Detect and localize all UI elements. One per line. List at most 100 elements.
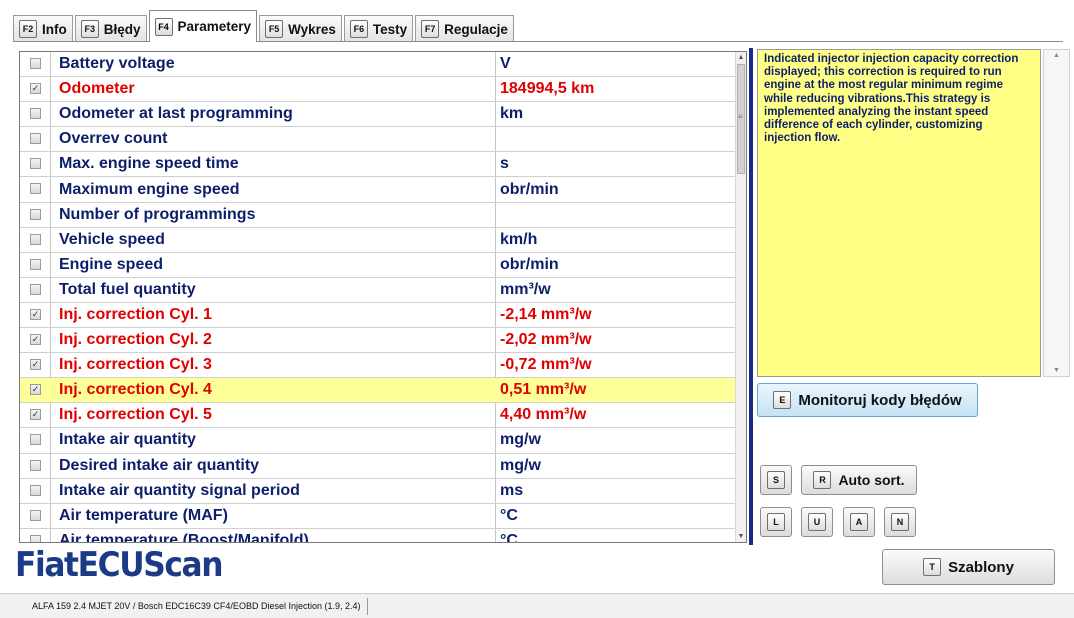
table-row[interactable]: Odometer at last programming km <box>20 102 736 128</box>
fiatecuscan-window: F2 Info F3 Błędy F4 Parametery F5 Wykres F6 T… <box>0 0 1074 618</box>
parameter-name: Inj. correction Cyl. 3 <box>59 356 212 374</box>
key-e: E <box>773 391 792 409</box>
parameter-value: V <box>500 55 511 73</box>
row-checkbox[interactable] <box>30 233 41 245</box>
button-label: Monitoruj kody błędów <box>798 391 962 409</box>
table-row[interactable]: Battery voltage V <box>20 52 736 78</box>
panel-splitter[interactable] <box>749 48 753 545</box>
a-button[interactable]: A <box>843 507 875 537</box>
tab-label: Testy <box>372 21 408 37</box>
parameter-value: obr/min <box>500 180 559 198</box>
table-row[interactable]: ✓ Inj. correction Cyl. 2 -2,02 mm³/w <box>20 328 736 354</box>
table-row[interactable]: Engine speed obr/min <box>20 253 736 278</box>
row-checkbox[interactable]: ✓ <box>30 334 41 346</box>
row-checkbox[interactable] <box>30 459 41 471</box>
table-row[interactable]: Air temperature (MAF) °C <box>20 504 736 529</box>
table-scrollbar[interactable]: ▲ ≡ ▼ <box>735 52 746 542</box>
table-row[interactable]: Overrev count <box>20 127 736 153</box>
tab-label: Regulacje <box>444 21 508 37</box>
row-checkbox[interactable]: ✓ <box>30 409 41 421</box>
button-label: Szablony <box>948 558 1014 576</box>
row-checkbox[interactable] <box>30 208 41 220</box>
parameter-name: Inj. correction Cyl. 5 <box>59 406 212 424</box>
parameter-name: Overrev count <box>59 130 168 148</box>
key-f5: F5 <box>265 20 284 38</box>
key-l: L <box>767 513 785 531</box>
scroll-down-icon[interactable]: ▼ <box>736 531 746 542</box>
tab-regulacje[interactable]: F7 Regulacje <box>415 15 514 42</box>
row-checkbox[interactable]: ✓ <box>30 359 41 371</box>
status-bar: ALFA 159 2.4 MJET 20V / Bosch EDC16C39 C… <box>0 593 1074 618</box>
key-t: T <box>923 558 942 576</box>
row-checkbox[interactable] <box>30 158 41 170</box>
parameter-name: Inj. correction Cyl. 2 <box>59 331 212 349</box>
parameter-value: °C <box>500 531 518 543</box>
tab-testy[interactable]: F6 Testy <box>343 15 414 42</box>
n-button[interactable]: N <box>884 507 916 537</box>
tab-wykres[interactable]: F5 Wykres <box>259 15 342 42</box>
row-checkbox[interactable] <box>30 108 41 120</box>
key-r: R <box>813 471 832 489</box>
row-checkbox[interactable] <box>30 58 41 69</box>
row-checkbox[interactable] <box>30 534 41 542</box>
table-row[interactable]: Max. engine speed time s <box>20 152 736 178</box>
parameter-name: Vehicle speed <box>59 230 165 248</box>
monitor-error-codes-button[interactable]: E Monitoruj kody błędów <box>757 383 978 417</box>
row-checkbox[interactable] <box>30 509 41 521</box>
parameter-value: km/h <box>500 230 538 248</box>
tab-parametery[interactable]: F4 Parametery <box>148 10 258 42</box>
table-row[interactable]: ✓ Inj. correction Cyl. 5 4,40 mm³/w <box>20 403 736 429</box>
table-row[interactable]: ✓ Inj. correction Cyl. 3 -0,72 mm³/w <box>20 353 736 379</box>
u-button[interactable]: U <box>801 507 833 537</box>
row-checkbox[interactable] <box>30 283 41 295</box>
scroll-up-icon[interactable]: ▲ <box>736 52 746 63</box>
parameter-name: Intake air quantity signal period <box>59 481 300 499</box>
row-checkbox[interactable] <box>30 183 41 195</box>
s-button[interactable]: S <box>760 465 792 495</box>
parameter-name: Desired intake air quantity <box>59 456 260 474</box>
parameter-name: Intake air quantity <box>59 431 196 449</box>
row-checkbox[interactable]: ✓ <box>30 384 41 396</box>
parameter-value: mm³/w <box>500 280 551 298</box>
table-row[interactable]: ✓ Inj. correction Cyl. 1 -2,14 mm³/w <box>20 303 736 329</box>
table-row[interactable]: ✓ Odometer 184994,5 km <box>20 77 736 103</box>
table-row[interactable]: Air temperature (Boost/Manifold) °C <box>20 529 736 543</box>
parameter-value: mg/w <box>500 456 541 474</box>
tab-label: Parametery <box>177 19 252 34</box>
parameter-value: 184994,5 km <box>500 80 595 98</box>
row-checkbox[interactable] <box>30 133 41 145</box>
key-n: N <box>891 513 909 531</box>
auto-sort-button[interactable]: R Auto sort. <box>801 465 917 495</box>
row-checkbox[interactable]: ✓ <box>30 83 41 95</box>
parameter-name: Odometer <box>59 80 135 98</box>
parameter-value: km <box>500 105 524 123</box>
parameter-value: s <box>500 155 509 173</box>
table-row[interactable]: Number of programmings <box>20 203 736 228</box>
scroll-up-icon[interactable]: ▲ <box>1053 52 1060 59</box>
row-checkbox[interactable] <box>30 484 41 496</box>
l-button[interactable]: L <box>760 507 792 537</box>
grip-icon: ≡ <box>738 112 743 121</box>
tab-bledy[interactable]: F3 Błędy <box>74 15 147 42</box>
parameter-value: 0,51 mm³/w <box>500 381 587 399</box>
table-row[interactable]: ✓ Inj. correction Cyl. 4 0,51 mm³/w <box>20 378 736 404</box>
key-a: A <box>850 513 868 531</box>
table-row[interactable]: Intake air quantity signal period ms <box>20 479 736 504</box>
parameter-name: Maximum engine speed <box>59 180 240 198</box>
parameter-name: Odometer at last programming <box>59 105 293 123</box>
row-checkbox[interactable]: ✓ <box>30 308 41 320</box>
table-row[interactable]: Desired intake air quantity mg/w <box>20 454 736 479</box>
scroll-down-icon[interactable]: ▼ <box>1053 367 1060 374</box>
table-row[interactable]: Vehicle speed km/h <box>20 228 736 253</box>
tab-info[interactable]: F2 Info <box>13 15 73 42</box>
row-checkbox[interactable] <box>30 434 41 446</box>
table-row[interactable]: Intake air quantity mg/w <box>20 428 736 454</box>
row-checkbox[interactable] <box>30 258 41 270</box>
tab-bar: F2 Info F3 Błędy F4 Parametery F5 Wykres F6 T… <box>13 10 516 42</box>
table-row[interactable]: Maximum engine speed obr/min <box>20 177 736 203</box>
description-scrollbar[interactable]: ▲ ▼ <box>1043 49 1070 377</box>
parameter-name: Max. engine speed time <box>59 155 239 173</box>
table-row[interactable]: Total fuel quantity mm³/w <box>20 278 736 303</box>
vehicle-ecu-info: ALFA 159 2.4 MJET 20V / Bosch EDC16C39 C… <box>32 598 368 615</box>
szablony-button[interactable]: T Szablony <box>882 549 1055 585</box>
